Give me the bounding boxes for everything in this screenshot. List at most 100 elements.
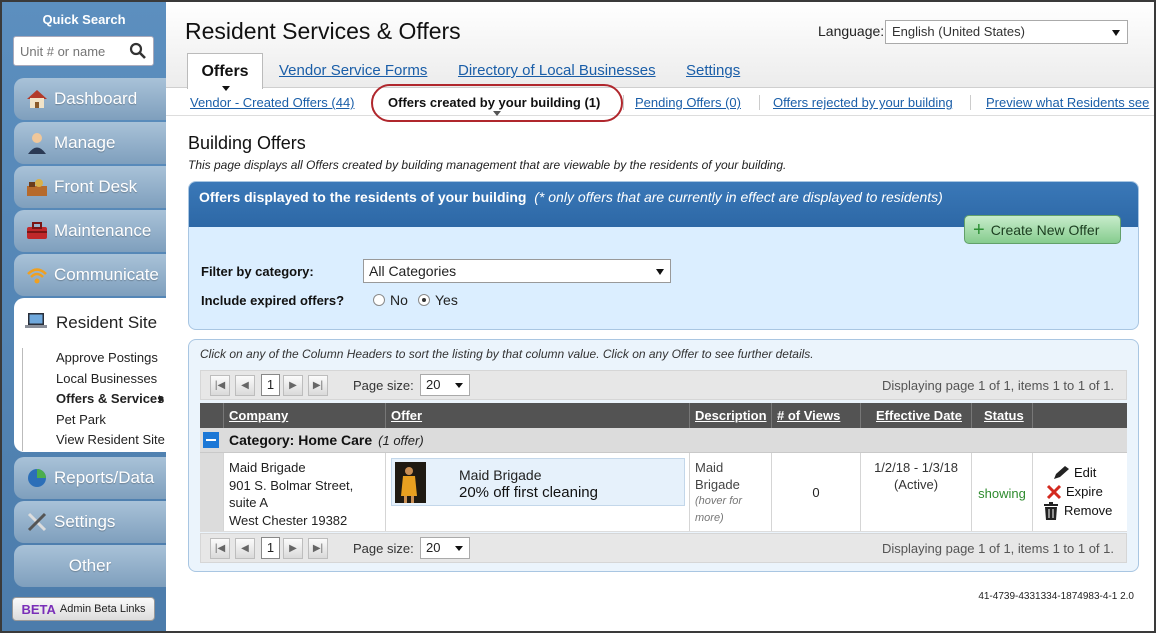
category-select[interactable]: All Categories [363, 259, 671, 283]
col-effective-date[interactable]: Effective Date [860, 403, 971, 428]
offers-table: Company Offer Description # of Views Eff… [200, 403, 1127, 532]
table-row[interactable]: Maid Brigade 901 S. Bolmar Street, suite… [200, 453, 1127, 532]
company-city: West Chester 19382 [229, 512, 348, 528]
effective-dates: 1/2/18 - 1/3/18 [874, 460, 958, 475]
header-spacer [200, 403, 223, 428]
build-id: 41-4739-4331334-1874983-4-1 2.0 [978, 591, 1134, 602]
next-page-icon[interactable]: ▶ [283, 538, 303, 559]
subitem-approve-postings[interactable]: Approve Postings [22, 348, 166, 369]
bell-desk-icon [24, 174, 50, 200]
page-size-select[interactable]: 20 [420, 537, 470, 559]
filter-panel: Offers displayed to the residents of you… [188, 181, 1139, 330]
tab-offers[interactable]: Offers [187, 53, 263, 91]
radio-yes-dot[interactable] [418, 294, 430, 306]
page-size-value: 20 [426, 540, 441, 555]
effective-status: (Active) [893, 477, 939, 492]
nav-front-desk[interactable]: Front Desk [14, 166, 166, 208]
language-select[interactable]: English (United States) [885, 20, 1128, 44]
group-title: Category: Home Care [229, 432, 373, 448]
quick-search-input[interactable] [20, 43, 130, 59]
subnav-preview[interactable]: Preview what Residents see [986, 95, 1152, 110]
nav-manage-label: Manage [54, 133, 116, 152]
cell-effective-date: 1/2/18 - 1/3/18 (Active) [860, 453, 971, 531]
col-actions [1032, 403, 1127, 428]
last-page-icon[interactable]: ▶| [308, 375, 328, 396]
nav-dashboard-label: Dashboard [54, 89, 138, 108]
offer-card[interactable]: Maid Brigade 20% off first cleaning [391, 458, 685, 506]
subitem-pet-park[interactable]: Pet Park [22, 409, 166, 430]
language-label: Language: [818, 23, 885, 39]
subitem-local-businesses[interactable]: Local Businesses [22, 368, 166, 389]
collapse-icon[interactable] [203, 432, 219, 448]
nav-other[interactable]: Other [14, 545, 166, 587]
description-hint: (hover for more) [695, 495, 743, 524]
subnav-pending[interactable]: Pending Offers (0) [635, 95, 741, 110]
nav-settings[interactable]: Settings [14, 501, 166, 543]
nav-resident-site-label: Resident Site [56, 313, 158, 332]
prev-page-icon[interactable]: ◀ [235, 375, 255, 396]
page-size-select[interactable]: 20 [420, 374, 470, 396]
radio-no[interactable]: No [373, 292, 408, 308]
nav-maintenance[interactable]: Maintenance [14, 210, 166, 252]
radio-no-dot[interactable] [373, 294, 385, 306]
remove-action[interactable]: Remove [1042, 501, 1127, 520]
sidebar: Quick Search Dashboard Manage Front Desk… [2, 2, 166, 631]
laptop-icon [24, 311, 48, 336]
col-company[interactable]: Company [223, 403, 385, 428]
expire-action[interactable]: Expire [1042, 482, 1127, 501]
current-page[interactable]: 1 [261, 374, 280, 396]
tab-offers-label: Offers [201, 63, 249, 80]
person-icon [24, 130, 50, 156]
radio-yes[interactable]: Yes [418, 292, 458, 308]
plus-icon: + [973, 218, 985, 241]
col-description[interactable]: Description [689, 403, 771, 428]
tools-icon [24, 509, 50, 535]
page-header: Resident Services & Offers Language: Eng… [166, 2, 1154, 91]
wifi-icon [24, 262, 50, 288]
cell-offer: Maid Brigade 20% off first cleaning [385, 453, 689, 531]
tab-settings[interactable]: Settings [686, 62, 740, 79]
beta-links-button[interactable]: BETA Admin Beta Links [12, 597, 155, 621]
offer-name: Maid Brigade [459, 467, 542, 483]
subnav-divider [759, 95, 760, 110]
nav-reports[interactable]: Reports/Data [14, 457, 166, 499]
edit-action[interactable]: Edit [1042, 463, 1127, 482]
tab-directory-local-businesses[interactable]: Directory of Local Businesses [458, 62, 656, 79]
next-page-icon[interactable]: ▶ [283, 375, 303, 396]
grid-hint: Click on any of the Column Headers to so… [200, 347, 814, 361]
subnav-vendor-created[interactable]: Vendor - Created Offers (44) [190, 95, 355, 110]
expired-label: Include expired offers? [201, 293, 345, 308]
group-row: Category: Home Care (1 offer) [200, 428, 1127, 453]
subitem-offers-services[interactable]: Offers & Services [22, 389, 166, 410]
nav-dashboard[interactable]: Dashboard [14, 78, 166, 120]
col-offer[interactable]: Offer [385, 403, 689, 428]
current-page[interactable]: 1 [261, 537, 280, 559]
last-page-icon[interactable]: ▶| [308, 538, 328, 559]
prev-page-icon[interactable]: ◀ [235, 538, 255, 559]
nav-manage[interactable]: Manage [14, 122, 166, 164]
col-views[interactable]: # of Views [771, 403, 860, 428]
expire-label: Expire [1066, 484, 1103, 499]
subnav-rejected[interactable]: Offers rejected by your building [773, 95, 953, 110]
nav-communicate-label: Communicate [54, 265, 159, 284]
col-status[interactable]: Status [971, 403, 1032, 428]
panel-note: (* only offers that are currently in eff… [534, 189, 943, 205]
tab-vendor-service-forms[interactable]: Vendor Service Forms [279, 62, 427, 79]
house-icon [24, 86, 50, 112]
offer-image [395, 462, 426, 503]
trash-icon [1044, 501, 1058, 520]
subitem-view-resident-site[interactable]: View Resident Site [22, 430, 166, 451]
first-page-icon[interactable]: |◀ [210, 375, 230, 396]
create-new-offer-button[interactable]: + Create New Offer [964, 215, 1121, 244]
panel-title: Offers displayed to the residents of you… [199, 189, 527, 205]
page-size-label: Page size: [353, 541, 414, 556]
chevron-down-icon [656, 269, 664, 275]
nav-communicate[interactable]: Communicate [14, 254, 166, 296]
cell-actions: Edit Expire Remove [1032, 453, 1127, 531]
nav-resident-site[interactable]: Resident Site [14, 298, 166, 348]
quick-search-box [13, 36, 154, 66]
radio-no-label: No [390, 292, 408, 308]
first-page-icon[interactable]: |◀ [210, 538, 230, 559]
search-icon[interactable] [129, 42, 147, 60]
sub-navigation: Vendor - Created Offers (44) Offers crea… [166, 90, 1154, 116]
